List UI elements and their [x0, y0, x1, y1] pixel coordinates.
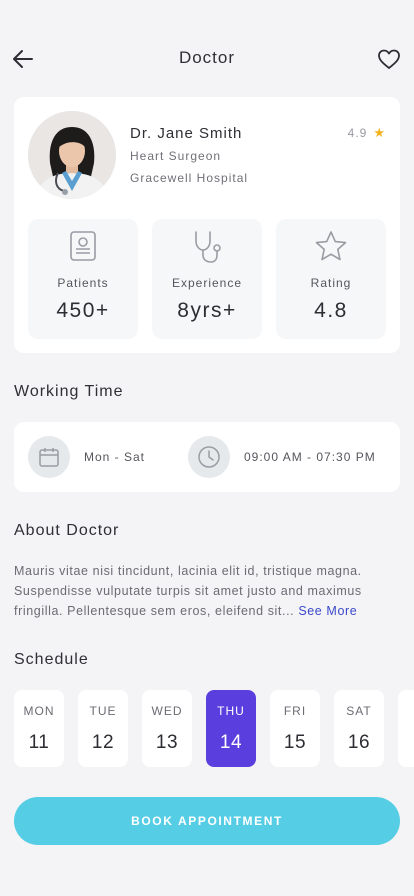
day-name: WED	[151, 704, 183, 718]
working-time-card: Mon - Sat 09:00 AM - 07:30 PM	[14, 422, 400, 492]
day-number: 14	[219, 732, 243, 753]
day-number: 15	[283, 732, 307, 753]
top-bar: Doctor	[0, 40, 414, 76]
doctor-specialty: Heart Surgeon	[130, 149, 222, 163]
heart-icon	[378, 49, 400, 69]
schedule-day[interactable]: TUE 12	[78, 690, 128, 767]
day-number: 1	[398, 732, 414, 754]
day-number: 11	[28, 732, 50, 753]
doctor-avatar	[28, 111, 116, 199]
stat-label: Patients	[57, 276, 109, 290]
doctor-rating: 4.9 ★	[348, 125, 386, 141]
favorite-button[interactable]	[376, 46, 402, 72]
clock-icon	[188, 436, 230, 478]
stat-value: 450+	[56, 299, 110, 322]
page-title: Doctor	[178, 48, 236, 67]
see-more-link[interactable]: See More	[298, 604, 357, 618]
day-name: S	[398, 704, 414, 718]
day-number: 12	[91, 732, 115, 753]
stat-experience: Experience 8yrs+	[152, 219, 262, 339]
working-days: Mon - Sat	[84, 450, 146, 464]
schedule-day[interactable]: FRI 15	[270, 690, 320, 767]
id-card-icon	[70, 231, 96, 261]
stethoscope-icon	[195, 231, 221, 263]
schedule-day-list: MON 11 TUE 12 WED 13 THU 14 FRI 15 SAT 1…	[14, 690, 414, 768]
day-number: 13	[155, 732, 179, 753]
schedule-day[interactable]: S 1	[398, 690, 414, 767]
working-hours: 09:00 AM - 07:30 PM	[244, 450, 376, 464]
stat-value: 8yrs+	[177, 299, 237, 322]
schedule-day[interactable]: WED 13	[142, 690, 192, 767]
schedule-day[interactable]: MON 11	[14, 690, 64, 767]
schedule-day[interactable]: SAT 16	[334, 690, 384, 767]
star-icon: ★	[373, 125, 386, 140]
stat-rating: Rating 4.8	[276, 219, 386, 339]
day-name: FRI	[283, 704, 307, 718]
star-icon	[315, 231, 347, 261]
doctor-hospital: Gracewell Hospital	[130, 171, 249, 185]
working-time-title: Working Time	[14, 383, 124, 400]
doctor-name: Dr. Jane Smith	[130, 125, 243, 142]
stat-value: 4.8	[314, 299, 348, 322]
doctor-rating-value: 4.9	[347, 126, 368, 140]
about-text: Mauris vitae nisi tincidunt, lacinia eli…	[14, 561, 400, 621]
stat-label: Experience	[171, 276, 243, 290]
day-name: THU	[217, 704, 245, 718]
schedule-title: Schedule	[14, 651, 89, 668]
day-name: TUE	[89, 704, 117, 718]
book-appointment-button[interactable]: BOOK APPOINTMENT	[14, 797, 400, 845]
day-number: 16	[347, 732, 371, 753]
stat-label: Rating	[310, 276, 352, 290]
day-name: SAT	[346, 704, 372, 718]
doctor-profile-card: Dr. Jane Smith Heart Surgeon Gracewell H…	[14, 97, 400, 353]
schedule-day-selected[interactable]: THU 14	[206, 690, 256, 767]
stat-patients: Patients 450+	[28, 219, 138, 339]
about-title: About Doctor	[14, 522, 120, 539]
day-name: MON	[23, 704, 55, 718]
calendar-icon	[28, 436, 70, 478]
